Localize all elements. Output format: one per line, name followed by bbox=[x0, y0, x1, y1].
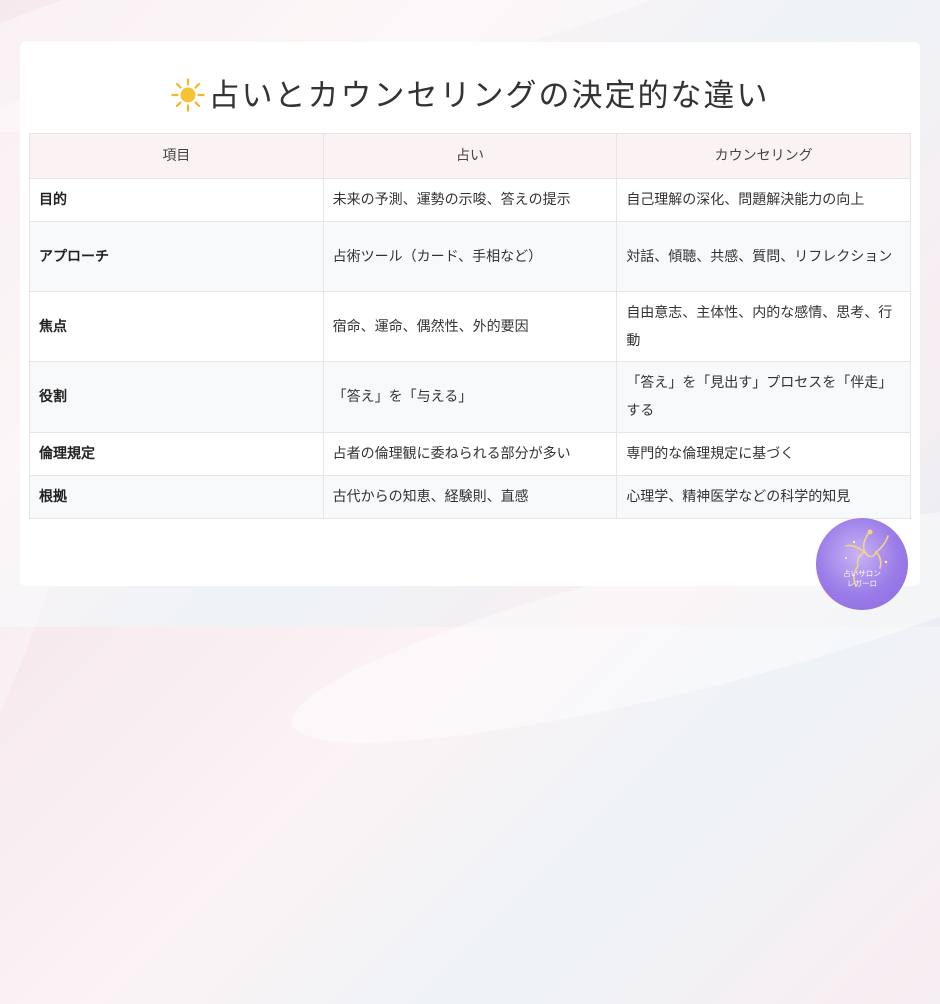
table-cell: 対話、傾聴、共感、質問、リフレクション bbox=[616, 221, 911, 292]
table-row: アプローチ 占術ツール（カード、手相など） 対話、傾聴、共感、質問、リフレクショ… bbox=[29, 221, 911, 292]
table-cell: 古代からの知恵、経験則、直感 bbox=[322, 475, 618, 519]
row-label: 倫理規定 bbox=[29, 432, 324, 476]
page-title-text: 占いとカウンセリングの決定的な違い bbox=[208, 78, 770, 114]
table-cell: 「答え」を「与える」 bbox=[322, 361, 618, 433]
table-cell: 自由意志、主体性、内的な感情、思考、行動 bbox=[616, 291, 911, 362]
table-row: 目的 未来の予測、運勢の示唆、答えの提示 自己理解の深化、問題解決能力の向上 bbox=[29, 178, 911, 222]
table-row: 役割 「答え」を「与える」 「答え」を「見出す」プロセスを「伴走」する bbox=[29, 361, 911, 433]
page-title: 占いとカウンセリングの決定的な違い bbox=[0, 70, 940, 115]
table-cell: 占術ツール（カード、手相など） bbox=[322, 221, 618, 292]
row-label: 焦点 bbox=[29, 291, 324, 362]
row-label: アプローチ bbox=[29, 221, 324, 292]
row-label: 目的 bbox=[29, 178, 324, 222]
row-label: 役割 bbox=[29, 361, 324, 433]
table-cell: 専門的な倫理規定に基づく bbox=[616, 432, 911, 476]
table-row: 根拠 古代からの知恵、経験則、直感 心理学、精神医学などの科学的知見 bbox=[29, 475, 911, 519]
svg-text:レガーロ: レガーロ bbox=[847, 578, 877, 588]
column-header-item: 項目 bbox=[29, 133, 324, 179]
table-row: 焦点 宿命、運命、偶然性、外的要因 自由意志、主体性、内的な感情、思考、行動 bbox=[29, 291, 911, 362]
table-cell: 未来の予測、運勢の示唆、答えの提示 bbox=[322, 178, 618, 222]
table-cell: 心理学、精神医学などの科学的知見 bbox=[616, 475, 911, 519]
table-row: 倫理規定 占者の倫理観に委ねられる部分が多い 専門的な倫理規定に基づく bbox=[29, 432, 911, 476]
svg-text:占いサロン: 占いサロン bbox=[843, 568, 881, 578]
sun-icon bbox=[170, 78, 205, 112]
table-cell: 「答え」を「見出す」プロセスを「伴走」する bbox=[616, 361, 911, 433]
comparison-table: 項目 占い カウンセリング 目的 未来の予測、運勢の示唆、答えの提示 自己理解の… bbox=[29, 133, 911, 519]
column-header-fortune: 占い bbox=[322, 133, 618, 179]
row-label: 根拠 bbox=[29, 475, 324, 519]
table-cell: 宿命、運命、偶然性、外的要因 bbox=[322, 291, 618, 362]
table-cell: 占者の倫理観に委ねられる部分が多い bbox=[322, 432, 618, 476]
table-cell: 自己理解の深化、問題解決能力の向上 bbox=[616, 178, 911, 222]
phoenix-icon: 占いサロン レガーロ bbox=[843, 529, 889, 588]
table-header-row: 項目 占い カウンセリング bbox=[29, 133, 911, 179]
column-header-counseling: カウンセリング bbox=[616, 133, 911, 179]
salon-logo: 占いサロン レガーロ bbox=[816, 518, 908, 610]
